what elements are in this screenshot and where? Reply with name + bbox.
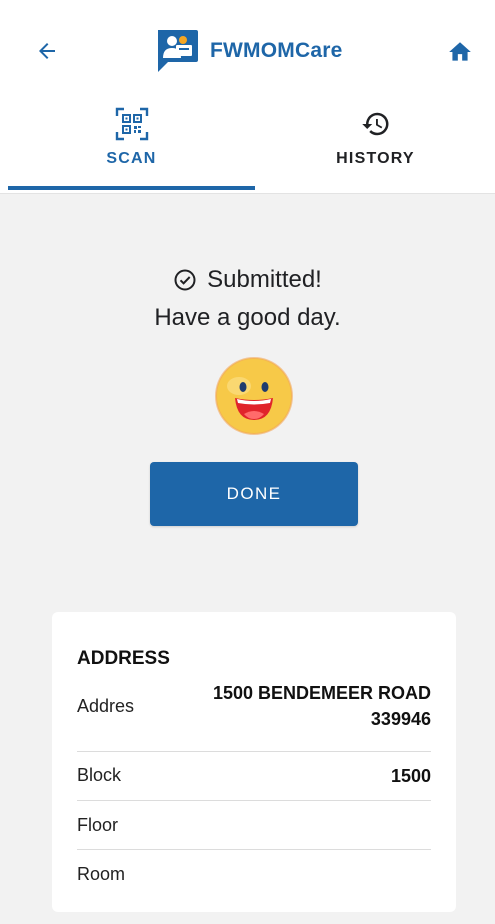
qr-code-icon	[114, 106, 150, 142]
address-line2: 339946	[370, 709, 431, 729]
block-label: Block	[77, 765, 122, 785]
tab-scan-label: SCAN	[106, 150, 157, 167]
back-button[interactable]	[32, 36, 62, 66]
app-name: FWMOMCare	[210, 39, 343, 62]
block-row: Block 1500	[77, 762, 431, 790]
status-title: Submitted!	[207, 266, 322, 293]
arrow-left-icon	[39, 43, 55, 59]
divider	[77, 849, 431, 850]
floor-label: Floor	[77, 815, 119, 835]
address-card-title: ADDRESS	[77, 648, 170, 669]
app-brand: FWMOMCare	[154, 28, 342, 74]
tab-history-label: HISTORY	[336, 150, 415, 167]
block-value: 1500	[390, 766, 431, 786]
address-label: Addres	[77, 696, 135, 716]
home-button[interactable]	[446, 38, 474, 66]
address-value: 1500 BENDEMEER ROAD 339946	[213, 680, 431, 732]
address-card: ADDRESS Addres 1500 BENDEMEER ROAD 33994…	[52, 612, 456, 912]
tab-history[interactable]: HISTORY	[252, 92, 495, 194]
divider	[77, 751, 431, 752]
address-line1: 1500 BENDEMEER ROAD	[212, 683, 431, 703]
submission-status: Submitted! Have a good day.	[0, 262, 495, 336]
check-circle-icon	[174, 269, 196, 291]
smiley-face-icon	[214, 356, 294, 436]
room-label: Room	[77, 864, 126, 884]
tab-scan[interactable]: SCAN	[8, 92, 255, 194]
active-tab-indicator	[8, 186, 255, 190]
divider	[77, 800, 431, 801]
status-subtitle: Have a good day.	[154, 304, 341, 331]
floor-row: Floor	[77, 812, 431, 840]
fwmomcare-logo-icon	[154, 28, 200, 74]
tab-bar: SCAN HISTORY	[0, 92, 495, 194]
address-row: Addres 1500 BENDEMEER ROAD 339946	[77, 680, 431, 736]
home-icon	[449, 42, 471, 61]
done-button[interactable]: DONE	[150, 462, 358, 526]
room-row: Room	[77, 861, 431, 889]
app-header: FWMOMCare	[0, 0, 495, 92]
history-icon	[358, 106, 394, 142]
